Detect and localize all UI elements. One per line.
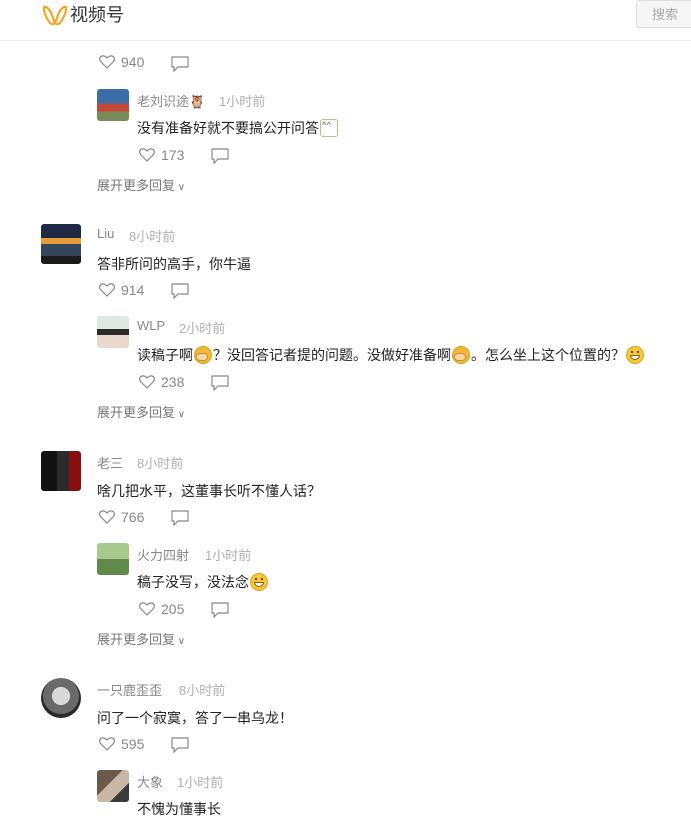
avatar[interactable] [41,451,81,491]
like-button[interactable]: 238 [139,374,184,390]
reply-icon[interactable] [171,737,189,753]
heart-icon [99,737,115,751]
heart-icon [139,375,155,389]
reply-text: 没有准备好就不要搞公开问答 [137,118,339,138]
reply-text: 不愧为懂事长 [137,801,221,817]
comment-text: 啥几把水平，这董事长听不懂人话？ [97,483,321,499]
reply-author[interactable]: 大象 [137,772,163,791]
grin-emoji-icon [626,346,644,364]
cat-emoji-icon [320,119,338,137]
like-count: 940 [121,54,145,70]
comment-time: 8小时前 [129,229,176,244]
reply-icon[interactable] [171,56,189,72]
facepalm-emoji-icon [452,346,470,364]
like-button[interactable]: 766 [99,509,144,525]
avatar[interactable] [41,678,81,718]
comment-author[interactable]: 老三 [97,453,123,472]
reply-icon[interactable] [211,375,229,391]
chevron-down-icon: ∨ [175,182,186,193]
like-button[interactable]: 205 [139,601,184,617]
reply-icon[interactable] [211,602,229,618]
reply-time: 1小时前 [219,94,266,109]
avatar[interactable] [97,770,129,802]
avatar[interactable] [97,89,129,121]
comment-text: 答非所问的高手，你牛逼 [97,256,251,272]
reply-time: 2小时前 [179,321,226,336]
reply-text: 读稿子啊 ？没回答记者提的问题。没做好准备啊 。怎么坐上这个位置的？ [137,345,645,365]
comment-author[interactable]: Liu [97,226,114,241]
heart-icon [139,148,155,162]
like-count: 205 [161,601,185,617]
reply-icon[interactable] [171,510,189,526]
top-bar: 视频号 搜索 [0,0,691,41]
like-count: 766 [121,509,145,525]
avatar[interactable] [41,224,81,264]
like-count: 238 [161,374,185,390]
comment-time: 8小时前 [137,456,184,471]
avatar[interactable] [97,316,129,348]
reply-author[interactable]: WLP [137,318,165,333]
reply-author[interactable]: 老刘识途🦉 [137,91,205,110]
comment-author[interactable]: 一只鹿歪歪 [97,680,162,699]
reply-text: 稿子没写，没法念 [137,572,269,592]
like-count: 914 [121,282,145,298]
avatar[interactable] [97,543,129,575]
like-button[interactable]: 914 [99,282,144,298]
comment-text: 问了一个寂寞，答了一串乌龙！ [97,710,293,726]
reply-time: 1小时前 [177,775,224,790]
heart-icon [139,602,155,616]
chevron-down-icon: ∨ [175,409,186,420]
video-channel-logo-icon[interactable] [42,4,68,26]
reply-author[interactable]: 火力四射 [137,545,189,564]
like-button[interactable]: 173 [139,147,184,163]
like-count: 595 [121,736,145,752]
expand-replies-link[interactable]: 展开更多回复 ∨ [97,175,185,194]
reply-icon[interactable] [211,148,229,164]
heart-icon [99,283,115,297]
comment-time: 8小时前 [179,683,226,698]
app-title[interactable]: 视频号 [70,4,124,26]
grin-emoji-icon [250,573,268,591]
chevron-down-icon: ∨ [175,636,186,647]
expand-replies-link[interactable]: 展开更多回复 ∨ [97,402,185,421]
heart-icon [99,510,115,524]
heart-icon [99,55,115,69]
like-count: 173 [161,147,185,163]
expand-replies-link[interactable]: 展开更多回复 ∨ [97,629,185,648]
reply-time: 1小时前 [205,548,252,563]
like-button[interactable]: 940 [99,54,144,70]
search-button[interactable]: 搜索 [636,0,691,28]
reply-icon[interactable] [171,283,189,299]
like-button[interactable]: 595 [99,736,144,752]
facepalm-emoji-icon [194,346,212,364]
